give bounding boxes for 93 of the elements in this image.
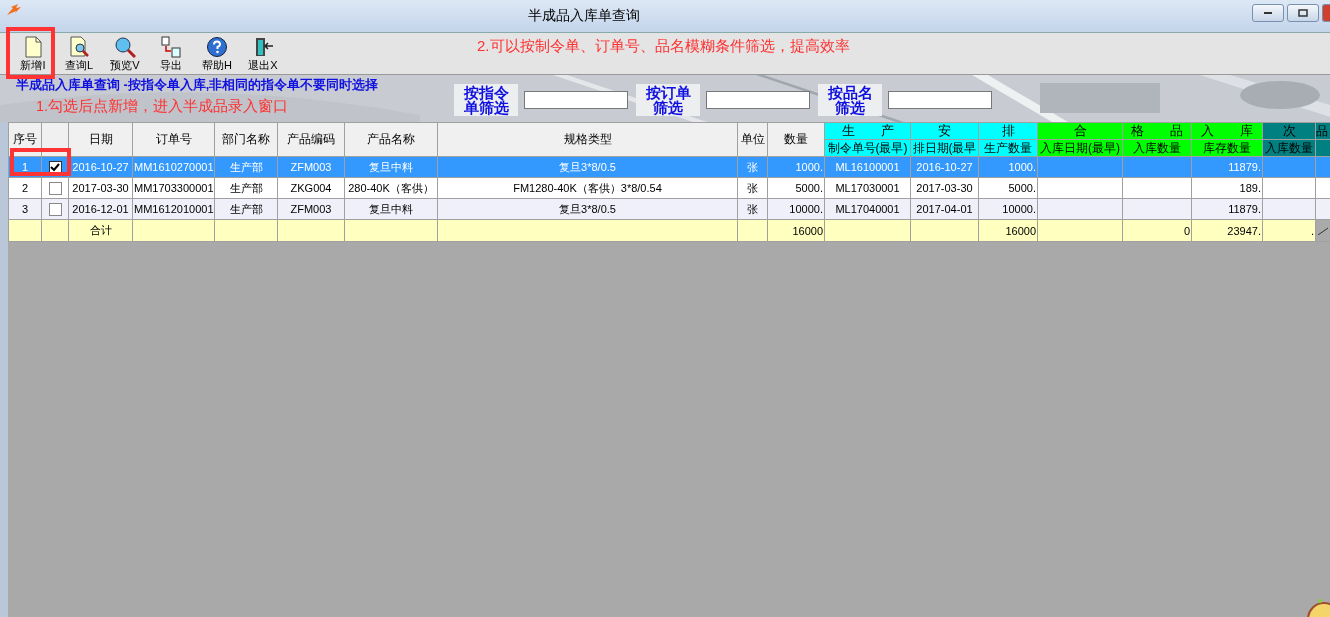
column-header: 订单号 xyxy=(132,122,215,157)
table-cell: ZFM003 xyxy=(290,203,332,215)
table-cell: 3 xyxy=(21,203,29,215)
table-cell: 2017-03-30 xyxy=(916,182,973,194)
table-cell: 1 xyxy=(21,161,29,173)
table-cell: 生产部 xyxy=(229,160,263,173)
table-cell: ZKG004 xyxy=(290,182,332,194)
column-group-header: 安 xyxy=(910,122,979,140)
preview-button[interactable]: 预览V xyxy=(103,33,147,74)
table-cell: 280-40K（客供） xyxy=(348,181,434,194)
total-cell: 16000 xyxy=(792,224,823,237)
row-checkbox[interactable] xyxy=(48,181,62,195)
help-icon xyxy=(206,36,228,58)
column-header: 产品编码 xyxy=(277,122,345,157)
filter-field[interactable] xyxy=(888,91,992,109)
table-cell: 复旦3*8/0.5 xyxy=(559,160,616,173)
table-cell: ML17040001 xyxy=(835,203,900,215)
total-cell: 23947. xyxy=(1227,224,1261,237)
table-cell: 10000. xyxy=(1002,203,1036,215)
table-cell: 生产部 xyxy=(229,202,263,215)
table-cell: MM1612010001 xyxy=(134,203,214,215)
table-cell: ZFM003 xyxy=(290,161,332,173)
total-cell: 16000 xyxy=(1005,224,1036,237)
column-group-header: 次 xyxy=(1262,122,1316,140)
table-cell: 复旦中料 xyxy=(369,202,413,215)
table-cell: 1000. xyxy=(795,161,823,173)
help-button[interactable]: 帮助H xyxy=(195,33,239,74)
column-header: 日期 xyxy=(68,122,133,157)
banner-title: 半成品入库单查询 -按指令单入库,非相同的指令单不要同时选择 xyxy=(16,77,380,94)
document-icon xyxy=(22,36,44,58)
table-cell: MM1610270001 xyxy=(134,161,214,173)
column-header: 部门名称 xyxy=(214,122,278,157)
highlight-frame xyxy=(6,27,55,79)
column-group-header: 生 产 xyxy=(824,122,911,140)
table-cell: 张 xyxy=(747,202,758,215)
column-header: 规格类型 xyxy=(437,122,738,157)
column-header: 数量 xyxy=(767,122,825,157)
table-cell: 2016-10-27 xyxy=(72,161,129,173)
corner-mark-icon xyxy=(1318,226,1328,235)
row-checkbox[interactable] xyxy=(48,202,62,216)
total-cell: 合计 xyxy=(89,224,112,236)
filter-field[interactable] xyxy=(524,91,628,109)
table-cell: 10000. xyxy=(789,203,823,215)
table-cell: ML16100001 xyxy=(835,161,900,173)
table-cell: 复旦中料 xyxy=(369,160,413,173)
column-header: 产品名称 xyxy=(344,122,438,157)
table-cell: 张 xyxy=(747,160,758,173)
table-cell: 2017-04-01 xyxy=(916,203,973,215)
table-cell: 生产部 xyxy=(229,181,263,194)
column-group-header: 入 库 xyxy=(1191,122,1263,140)
table-cell: FM1280-40K（客供）3*8/0.54 xyxy=(513,181,662,194)
filter-label: 按指令单筛选 xyxy=(454,84,518,116)
table-cell: 复旦3*8/0.5 xyxy=(559,202,616,215)
highlight-frame xyxy=(10,148,71,176)
maximize-icon xyxy=(1298,9,1308,17)
table-cell: 2016-12-01 xyxy=(72,203,129,215)
column-header: 单位 xyxy=(737,122,768,157)
table-row[interactable]: 2 2017-03-30 MM1703300001 生产部 ZKG004 280-40K（客供） FM1280-40K（客供）3*8/0.54 张 5000. ML17030001 2017-03-30 5000. 189. xyxy=(8,177,1330,199)
table-cell: 11879. xyxy=(1228,161,1261,173)
filter-label: 按订单筛选 xyxy=(636,84,700,116)
total-cell: . xyxy=(1310,224,1314,237)
export-button[interactable]: 导出 xyxy=(149,33,193,74)
table-cell: MM1703300001 xyxy=(134,182,214,194)
table-cell: 2017-03-30 xyxy=(72,182,129,194)
export-icon xyxy=(160,36,182,58)
app-icon xyxy=(6,3,22,17)
table-cell: 5000. xyxy=(795,182,823,194)
exit-button[interactable]: 退出X xyxy=(241,33,285,74)
table-cell: 5000. xyxy=(1008,182,1036,194)
maximize-button[interactable] xyxy=(1287,4,1319,22)
new-button[interactable]: 新增I xyxy=(11,33,55,74)
table-cell: 189. xyxy=(1239,182,1261,194)
query-button[interactable]: 查询L xyxy=(57,33,101,74)
table-cell: 2016-10-27 xyxy=(916,161,973,173)
total-cell: 0 xyxy=(1183,224,1190,237)
minimize-icon xyxy=(1264,12,1272,14)
column-group-header: 格 品 xyxy=(1122,122,1192,140)
annotation-text: 1.勾选后点新增，进入半成品录入窗口 xyxy=(36,97,290,116)
document-search-icon xyxy=(68,36,90,58)
table-cell: 2 xyxy=(21,182,29,194)
minimize-button[interactable] xyxy=(1252,4,1284,22)
column-group-header: 排 xyxy=(978,122,1038,140)
table-cell: 张 xyxy=(747,181,758,194)
table-row[interactable]: 3 2016-12-01 MM1612010001 生产部 ZFM003 复旦中料 复旦3*8/0.5 张 10000. ML17040001 2017-04-01 10000. 11879. xyxy=(8,198,1330,220)
table-cell: 11879. xyxy=(1228,203,1261,215)
filter-label: 按品名筛选 xyxy=(818,84,882,116)
magnifier-icon xyxy=(114,36,136,58)
table-cell: 1000. xyxy=(1008,161,1036,173)
table-cell: ML17030001 xyxy=(835,182,900,194)
window-title: 半成品入库单查询 xyxy=(527,7,641,25)
filter-field[interactable] xyxy=(706,91,810,109)
annotation-text: 2.可以按制令单、订单号、品名模糊条件筛选，提高效率 xyxy=(477,37,850,56)
column-group-header: 合 xyxy=(1037,122,1123,140)
